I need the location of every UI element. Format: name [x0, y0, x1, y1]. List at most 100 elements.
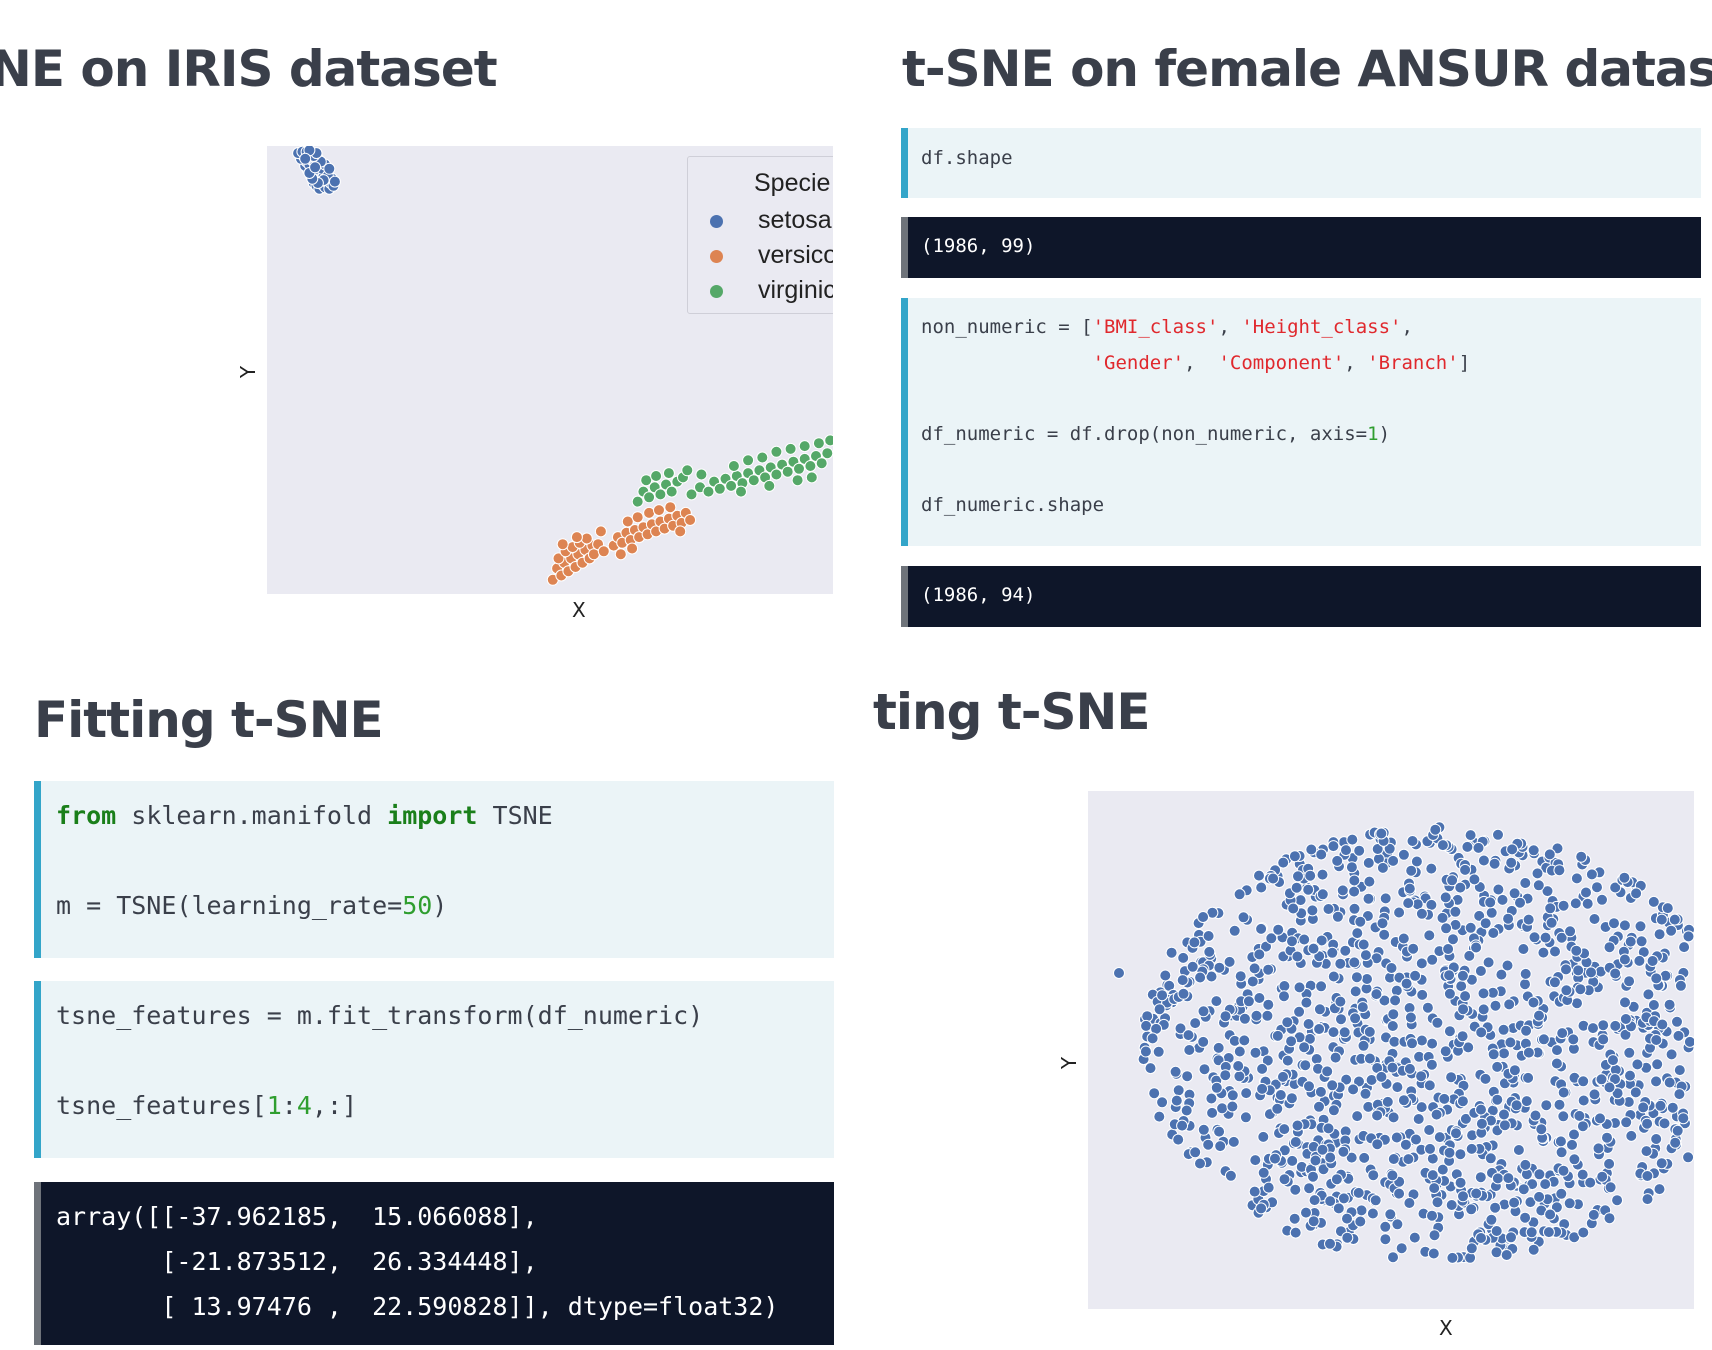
scatter-point [1255, 881, 1268, 894]
scatter-point [1426, 1169, 1439, 1182]
scatter-point [1303, 1080, 1315, 1093]
code-text: ,:] [311, 1091, 358, 1120]
scatter-point [1596, 1170, 1609, 1183]
code-text: TSNE [477, 801, 553, 830]
scatter-point [1555, 1187, 1568, 1200]
scatter-point [1308, 1194, 1321, 1207]
output-cell-shape: (1986, 99) [901, 217, 1701, 278]
scatter-point [1588, 1088, 1601, 1101]
scatter-point [1682, 930, 1694, 943]
scatter-point [1618, 871, 1631, 884]
scatter-point [1228, 924, 1241, 937]
scatter-point [1345, 861, 1358, 874]
scatter-point [1387, 1251, 1399, 1264]
scatter-point [1329, 1051, 1342, 1064]
scatter-point [1353, 844, 1366, 857]
scatter-point [1591, 881, 1603, 894]
scatter-point [1315, 848, 1328, 861]
scatter-point [1421, 1001, 1434, 1014]
scatter-point [1455, 980, 1468, 993]
scatter-point-virginic [763, 479, 776, 492]
scatter-point [1653, 1183, 1666, 1196]
iris-scatter-plot: Specie setosa versico virginic [267, 146, 833, 594]
code-cell-import-tsne[interactable]: from sklearn.manifold import TSNE m = TS… [34, 781, 834, 958]
scatter-point [1535, 1123, 1548, 1136]
scatter-point [1650, 1034, 1663, 1046]
scatter-point [1281, 1054, 1294, 1067]
scatter-point [1490, 1246, 1503, 1259]
scatter-point [1305, 843, 1318, 856]
scatter-point [1671, 1124, 1684, 1137]
scatter-point [1655, 1157, 1668, 1170]
scatter-point [1293, 981, 1306, 994]
scatter-point [1148, 1087, 1161, 1100]
scatter-point [1316, 868, 1329, 881]
scatter-point [1255, 922, 1268, 935]
code-text: , [1401, 316, 1413, 338]
scatter-point [1257, 1166, 1270, 1179]
scatter-point [1350, 971, 1363, 984]
scatter-point [1324, 1237, 1336, 1250]
code-cell-fit-transform[interactable]: tsne_features = m.fit_transform(df_numer… [34, 981, 834, 1158]
scatter-point [1498, 1108, 1510, 1121]
scatter-point [1646, 955, 1659, 967]
scatter-point [1542, 1226, 1555, 1239]
scatter-point [1386, 1169, 1399, 1182]
scatter-point [1619, 1013, 1632, 1025]
scatter-point [1219, 1069, 1232, 1082]
scatter-point [1370, 988, 1383, 1001]
scatter-point-setosa [299, 152, 312, 165]
code-cell-drop-non-numeric[interactable]: non_numeric = ['BMI_class', 'Height_clas… [901, 298, 1701, 546]
scatter-point [1456, 1095, 1469, 1108]
scatter-point [1352, 1186, 1365, 1199]
scatter-point [1170, 1094, 1183, 1107]
scatter-point [1416, 988, 1429, 1001]
scatter-point [1475, 1117, 1488, 1130]
scatter-point [1489, 1201, 1502, 1214]
scatter-point [1656, 1018, 1669, 1031]
scatter-point [1540, 1099, 1553, 1112]
scatter-point [1580, 886, 1592, 899]
code-cell-df-shape[interactable]: df.shape [901, 128, 1701, 198]
scatter-point [1556, 1027, 1569, 1040]
scatter-point [1663, 1076, 1676, 1089]
scatter-point [1397, 848, 1410, 861]
scatter-point [1357, 1039, 1370, 1052]
scatter-point [1406, 835, 1419, 847]
scatter-point [1378, 928, 1391, 941]
scatter-point-virginic [727, 460, 740, 472]
scatter-point [1393, 906, 1406, 919]
scatter-point [1650, 972, 1663, 985]
scatter-point [1470, 941, 1483, 954]
legend-label-versicolor: versico [758, 241, 833, 269]
scatter-point-virginic [770, 445, 783, 458]
scatter-point [1326, 1079, 1339, 1092]
code-text: ) [1378, 423, 1391, 445]
scatter-point [1246, 975, 1259, 988]
scatter-point [1367, 1169, 1380, 1182]
scatter-point [1381, 1095, 1394, 1108]
scatter-point [1438, 1092, 1451, 1105]
scatter-point [1203, 945, 1216, 958]
fitting-slide-title: Fitting t-SNE [34, 691, 384, 749]
scatter-point [1491, 1172, 1504, 1185]
scatter-point [1585, 868, 1598, 881]
scatter-point [1488, 857, 1501, 870]
scatter-point [1395, 1242, 1408, 1255]
scatter-point [1549, 945, 1561, 958]
number-literal: 4 [296, 1091, 312, 1120]
scatter-point [1519, 978, 1531, 991]
scatter-point [1189, 1146, 1202, 1159]
scatter-point [1234, 970, 1247, 983]
scatter-point [1300, 1206, 1312, 1219]
string-literal: 'Branch' [1367, 352, 1459, 374]
scatter-point [1596, 893, 1608, 906]
scatter-point [1603, 1081, 1616, 1094]
scatter-point [1371, 1138, 1384, 1151]
scatter-point-versico [643, 506, 656, 519]
scatter-point [1677, 1112, 1690, 1125]
scatter-point [1289, 1136, 1302, 1148]
scatter-point [1331, 854, 1344, 867]
scatter-point [1537, 946, 1550, 959]
scatter-point [1277, 1070, 1289, 1083]
